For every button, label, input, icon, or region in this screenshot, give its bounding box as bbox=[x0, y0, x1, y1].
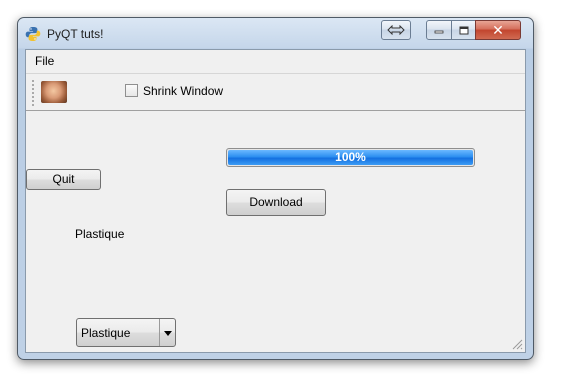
menu-bar: File bbox=[26, 50, 525, 72]
maximize-icon bbox=[459, 26, 468, 34]
download-progress-bar: 100% bbox=[226, 148, 475, 167]
face-thumbnail-icon[interactable] bbox=[41, 81, 67, 103]
window-title: PyQT tuts! bbox=[47, 27, 104, 41]
style-label: Plastique bbox=[75, 227, 125, 241]
maximize-button[interactable] bbox=[451, 20, 476, 40]
chevron-down-icon[interactable] bbox=[164, 331, 172, 336]
menu-file[interactable]: File bbox=[35, 54, 54, 68]
close-button[interactable]: ✕ bbox=[475, 20, 521, 40]
resize-arrows-icon bbox=[387, 25, 405, 35]
shrink-window-checkbox[interactable] bbox=[125, 84, 138, 97]
style-combo-box[interactable]: Plastique bbox=[76, 318, 176, 347]
minimize-icon bbox=[434, 30, 444, 34]
shrink-window-label[interactable]: Shrink Window bbox=[143, 84, 223, 98]
style-combo-value: Plastique bbox=[81, 326, 131, 340]
progress-text: 100% bbox=[335, 150, 366, 164]
toolbar-grip-handle[interactable] bbox=[31, 79, 36, 107]
title-bar[interactable]: PyQT tuts! ✕ bbox=[18, 18, 533, 49]
quit-button[interactable]: Quit bbox=[26, 169, 101, 190]
main-window: PyQT tuts! ✕ File Shrink Window 100% Qui… bbox=[17, 17, 534, 360]
client-area: File Shrink Window 100% Quit Download Pl… bbox=[25, 49, 526, 353]
resize-helper-button[interactable] bbox=[381, 20, 411, 40]
close-icon: ✕ bbox=[492, 21, 504, 38]
python-icon bbox=[25, 27, 41, 41]
combo-divider bbox=[159, 319, 160, 346]
download-button[interactable]: Download bbox=[226, 189, 326, 216]
size-grip-icon[interactable] bbox=[511, 338, 523, 350]
minimize-button[interactable] bbox=[426, 20, 452, 40]
toolbar: Shrink Window bbox=[26, 73, 525, 111]
